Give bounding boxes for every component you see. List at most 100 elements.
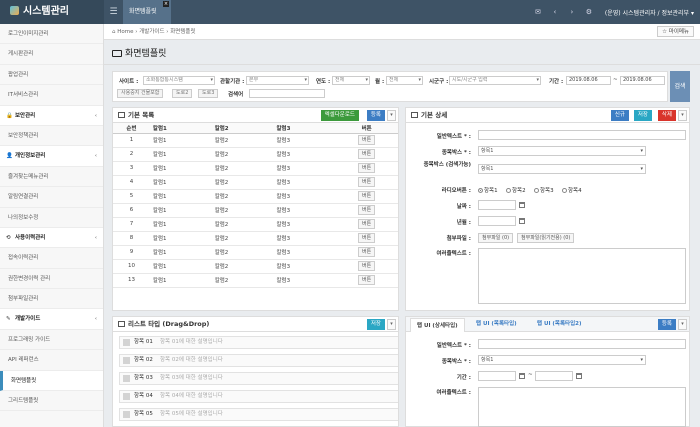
table-row[interactable]: 7 칼럼1 칼럼2 칼럼3 버튼 (113, 217, 398, 232)
new-button[interactable]: 신규 (610, 110, 629, 121)
sidebar-item-6[interactable]: 👤 개인정보관리 ‹ (0, 146, 103, 167)
tab-list[interactable]: 탭 UI (목록타입) (470, 317, 523, 331)
row-button[interactable]: 버튼 (358, 247, 376, 257)
open-tab[interactable]: 화면템플릿 × (123, 0, 171, 24)
breadcrumb-level1[interactable]: 개발가이드 (139, 29, 164, 35)
city-input[interactable]: 시도/시군구 입력 ▾ (449, 76, 541, 85)
table-row[interactable]: 4 칼럼1 칼럼2 칼럼3 버튼 (113, 175, 398, 190)
home-icon[interactable]: ⌂ (112, 29, 116, 35)
register-button[interactable]: 등록 (657, 319, 676, 330)
chevron-left-icon[interactable]: ‹ (548, 0, 562, 24)
date-input[interactable] (478, 200, 516, 210)
drag-handle-icon[interactable] (123, 375, 130, 382)
radio-1[interactable]: 항목1 (478, 186, 498, 194)
sidebar-item-10[interactable]: ⟲ 사용이력관리 ‹ (0, 227, 103, 249)
sidebar-item-11[interactable]: 접속이력관리 (0, 248, 103, 269)
gear-icon[interactable]: ⚙ (582, 0, 596, 24)
textarea-input[interactable] (478, 248, 686, 304)
list-item[interactable]: 항목 02항목 02에 대한 설명입니다수정 (119, 354, 398, 367)
table-row[interactable]: 6 칼럼1 칼럼2 칼럼3 버튼 (113, 203, 398, 218)
textarea-input[interactable] (478, 387, 686, 427)
chevron-right-icon[interactable]: › (565, 0, 579, 24)
list-item[interactable]: 항목 04항목 04에 대한 설명입니다수정 (119, 390, 398, 403)
favorite-button[interactable]: ☆ 마이메뉴 (657, 26, 694, 37)
chip-road3[interactable]: 도로3 (198, 89, 219, 98)
sidebar-item-5[interactable]: 보안정책관리 (0, 126, 103, 147)
drag-handle-icon[interactable] (123, 339, 130, 346)
excel-download-button[interactable]: 엑셀다운로드 (320, 110, 359, 121)
drag-handle-icon[interactable] (123, 411, 130, 418)
column-header[interactable]: 버튼 (335, 123, 398, 134)
sidebar-item-16[interactable]: API 레퍼런스 (0, 350, 103, 371)
text-input[interactable] (478, 339, 686, 349)
radio-3[interactable]: 항목3 (534, 186, 554, 194)
row-button[interactable]: 버튼 (358, 261, 376, 271)
table-row[interactable]: 8 칼럼1 칼럼2 칼럼3 버튼 (113, 231, 398, 246)
app-logo[interactable]: 시스템관리 (0, 0, 104, 24)
sidebar-item-1[interactable]: 게시판관리 (0, 44, 103, 65)
list-item[interactable]: 항목 03항목 03에 대한 설명입니다수정 (119, 372, 398, 385)
column-header[interactable]: 순번 (113, 123, 150, 134)
delete-button[interactable]: 삭제 (657, 110, 676, 121)
sidebar-item-18[interactable]: 그리드템플릿 (0, 391, 103, 412)
calendar-icon[interactable] (519, 373, 525, 379)
drag-handle-icon[interactable] (123, 357, 130, 364)
sidebar-item-4[interactable]: 🔒 보안관리 ‹ (0, 105, 103, 126)
chip-building[interactable]: 사용중지 건물포함 (117, 89, 164, 98)
sidebar-item-7[interactable]: 즐겨찾는메뉴관리 (0, 167, 103, 188)
table-row[interactable]: 3 칼럼1 칼럼2 칼럼3 버튼 (113, 161, 398, 176)
drag-handle-icon[interactable] (123, 393, 130, 400)
dropdown-icon[interactable]: ▾ (678, 319, 687, 330)
sidebar-item-17[interactable]: 화면템플릿 (0, 370, 103, 392)
sidebar-item-2[interactable]: 팝업관리 (0, 65, 103, 86)
close-tab-icon[interactable]: × (163, 1, 169, 7)
multi-select-input[interactable]: 항목1 ▾ (478, 164, 646, 174)
period-to-input[interactable] (535, 371, 573, 381)
save-button[interactable]: 저장 (633, 110, 652, 121)
file-button[interactable]: 첨부파일 (0) (478, 233, 514, 243)
row-button[interactable]: 버튼 (358, 149, 376, 159)
list-item[interactable]: 항목 01항목 01에 대한 설명입니다수정 (119, 336, 398, 349)
sidebar-item-14[interactable]: ✎ 개발가이드 ‹ (0, 309, 103, 330)
mail-icon[interactable]: ✉ (531, 0, 545, 24)
dropdown-icon[interactable]: ▾ (678, 110, 687, 121)
table-row[interactable]: 5 칼럼1 칼럼2 칼럼3 버튼 (113, 189, 398, 204)
row-button[interactable]: 버튼 (358, 233, 376, 243)
dropdown-icon[interactable]: ▾ (387, 319, 396, 330)
row-button[interactable]: 버튼 (358, 205, 376, 215)
org-select[interactable]: 본부 ▾ (246, 76, 309, 85)
file-readonly-button[interactable]: 첨부파일(읽기전용) (0) (517, 233, 575, 243)
table-row[interactable]: 1 칼럼1 칼럼2 칼럼3 버튼 (113, 133, 398, 148)
breadcrumb-home[interactable]: Home (117, 29, 133, 35)
row-button[interactable]: 버튼 (358, 177, 376, 187)
radio-2[interactable]: 항목2 (506, 186, 526, 194)
table-row[interactable]: 13 칼럼1 칼럼2 칼럼3 버튼 (113, 273, 398, 288)
tab-detail[interactable]: 탭 UI (상세타입) (410, 318, 465, 332)
sidebar-item-3[interactable]: IT서비스관리 (0, 85, 103, 106)
search-button[interactable]: 검색 (670, 71, 690, 102)
select-input[interactable]: 항목1 ▾ (478, 146, 646, 156)
sidebar-item-8[interactable]: 알림연결관리 (0, 187, 103, 208)
column-header[interactable]: 칼럼3 (273, 123, 336, 134)
user-menu[interactable]: (운영) 시스템관리자 / 정보관리부 ▾ (599, 8, 694, 17)
date-to-input[interactable]: 2019.08.06 (620, 76, 665, 85)
calendar-icon[interactable] (519, 218, 525, 224)
row-button[interactable]: 버튼 (358, 135, 376, 145)
row-button[interactable]: 버튼 (358, 191, 376, 201)
sidebar-item-0[interactable]: 로그인이미지관리 (0, 24, 103, 45)
tab-list2[interactable]: 탭 UI (목록타입2) (531, 317, 588, 331)
dropdown-icon[interactable]: ▾ (387, 110, 396, 121)
sidebar-item-12[interactable]: 권한변경이력 관리 (0, 269, 103, 290)
calendar-icon[interactable] (519, 202, 525, 208)
select-input[interactable]: 항목1 ▾ (478, 355, 646, 365)
radio-4[interactable]: 항목4 (562, 186, 582, 194)
date-from-input[interactable]: 2019.08.06 (566, 76, 611, 85)
month-select[interactable]: 전체 ▾ (386, 76, 423, 85)
table-row[interactable]: 9 칼럼1 칼럼2 칼럼3 버튼 (113, 245, 398, 260)
row-button[interactable]: 버튼 (358, 219, 376, 229)
sidebar-item-13[interactable]: 첨부파일관리 (0, 289, 103, 310)
table-row[interactable]: 10 칼럼1 칼럼2 칼럼3 버튼 (113, 259, 398, 274)
sidebar-item-9[interactable]: 나의정보수정 (0, 208, 103, 228)
row-button[interactable]: 버튼 (358, 275, 376, 285)
table-row[interactable]: 2 칼럼1 칼럼2 칼럼3 버튼 (113, 147, 398, 162)
